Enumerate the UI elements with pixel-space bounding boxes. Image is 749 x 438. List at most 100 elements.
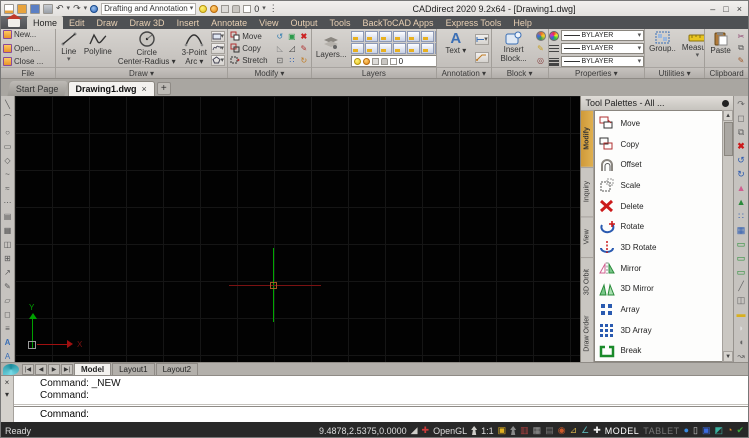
open-button[interactable]: Open... — [3, 44, 53, 53]
linetype-dropdown[interactable]: BYLAYER▾ — [561, 43, 645, 54]
tab-help[interactable]: Help — [507, 16, 538, 29]
color-dropdown[interactable]: BYLAYER▾ — [561, 30, 645, 41]
tab-layout2[interactable]: Layout2 — [156, 363, 198, 375]
minimize-button[interactable]: – — [710, 4, 715, 14]
quick-open-icon[interactable] — [17, 4, 27, 14]
tool-icon[interactable]: ↺ — [737, 154, 745, 167]
workspace-gear-icon[interactable] — [90, 5, 98, 13]
annotation-panel-label[interactable]: Annotation ▾ — [437, 67, 491, 78]
scale-tool-icon[interactable]: ⊡ — [275, 55, 285, 65]
tool-icon[interactable]: ◫ — [4, 238, 12, 251]
block-attach-icon[interactable]: ◎ — [536, 55, 546, 65]
layer-tool-icon[interactable] — [421, 31, 434, 42]
workspace-switcher[interactable]: Drafting and Annotation ▾ — [101, 3, 196, 15]
tab-draw[interactable]: Draw — [91, 16, 124, 29]
block-globe-icon[interactable] — [536, 31, 546, 41]
tool-icon[interactable]: ▱ — [4, 294, 10, 307]
tool-icon[interactable]: ✎ — [4, 280, 11, 293]
toolbar-overflow-icon[interactable]: ⋮ — [269, 4, 278, 13]
linetype-icon[interactable] — [549, 44, 559, 54]
offset-tool-icon[interactable]: ↻ — [299, 55, 309, 65]
tab-layout1[interactable]: Layout1 — [112, 363, 154, 375]
properties-panel-label[interactable]: Properties ▾ — [549, 67, 645, 78]
layer-tool-icon[interactable] — [421, 43, 434, 54]
crosshair-plus-icon[interactable]: ✚ — [593, 426, 601, 435]
block-edit-icon[interactable]: ✎ — [536, 43, 546, 53]
clean-screen-icon[interactable]: ◩ — [715, 426, 724, 435]
lwt-icon[interactable]: ▤ — [545, 426, 554, 435]
bars-icon[interactable]: ▯ — [693, 426, 698, 435]
tab-edit[interactable]: Edit — [63, 16, 91, 29]
tool-icon[interactable]: ╲ — [5, 98, 10, 111]
last-layout-button[interactable]: ▶| — [61, 364, 73, 375]
palette-item-break[interactable]: Break — [599, 340, 722, 361]
redo-caret-icon[interactable]: ▾ — [84, 5, 88, 12]
undo-caret-icon[interactable]: ▾ — [67, 5, 71, 12]
palette-tab-3d-orbit[interactable]: 3D Orbit — [581, 257, 593, 306]
tool-icon[interactable]: ✖ — [737, 140, 745, 153]
quick-new-icon[interactable] — [4, 4, 14, 14]
tab-start-page[interactable]: Start Page — [7, 81, 67, 96]
palette-pin-icon[interactable] — [722, 100, 729, 107]
close-file-button[interactable]: Close ... — [3, 57, 53, 66]
layer-tool-icon[interactable] — [379, 43, 392, 54]
rotate-tool-icon[interactable]: ↺ — [275, 31, 285, 41]
palette-tab-modify[interactable]: Modify — [581, 110, 593, 167]
scroll-thumb[interactable] — [724, 122, 733, 156]
circle-icon[interactable]: ◉ — [558, 426, 566, 435]
palette-item-offset[interactable]: Offset — [599, 154, 722, 175]
maximize-button[interactable]: □ — [723, 4, 728, 14]
polar-icon[interactable]: ▦ — [533, 426, 542, 435]
pie-icon[interactable]: ◔ — [727, 426, 732, 435]
clipboard-panel-label[interactable]: Clipboard — [705, 67, 748, 78]
tool-icon[interactable]: ▲ — [737, 182, 746, 195]
palette-item-3d-rotate[interactable]: 3D Rotate — [599, 237, 722, 258]
tool-icon[interactable]: ⋯ — [3, 196, 11, 209]
layer-tool-icon[interactable] — [407, 43, 420, 54]
tool-icon[interactable]: ↻ — [737, 168, 745, 181]
tool-icon[interactable]: ▭ — [4, 140, 12, 153]
draw-panel-label[interactable]: Draw ▾ — [56, 67, 227, 78]
tool-palettes-header[interactable]: Tool Palettes - All ... — [581, 96, 733, 110]
tool-icon[interactable]: ↝ — [737, 350, 745, 362]
tool-icon[interactable]: ◻ — [4, 308, 11, 321]
tool-icon[interactable]: ≈ — [5, 182, 9, 195]
quick-plot-icon[interactable] — [43, 4, 53, 14]
layers-panel-label[interactable]: Layers — [312, 67, 436, 78]
tool-icon[interactable]: ▦ — [4, 224, 12, 237]
tool-icon[interactable]: ▭ — [737, 238, 746, 251]
tab-tools[interactable]: Tools — [324, 16, 357, 29]
chamfer-tool-icon[interactable]: ◺ — [275, 43, 285, 53]
tool-icon[interactable]: ↗ — [4, 266, 11, 279]
layer-tool-icon[interactable] — [351, 43, 364, 54]
command-input[interactable]: Command: — [14, 406, 748, 422]
circle-button[interactable]: CircleCenter-Radius ▾ — [116, 30, 178, 66]
copy-clip-icon[interactable]: ⧉ — [736, 43, 746, 53]
layer-dropdown[interactable]: 0 ▾ — [351, 55, 436, 67]
app-menu-button[interactable] — [1, 16, 27, 29]
snap-icon[interactable]: ◢ — [411, 426, 418, 435]
command-expand-icon[interactable]: ▾ — [5, 390, 9, 399]
arc-button[interactable]: 3-PointArc ▾ — [180, 30, 209, 66]
model-space-toggle[interactable]: MODEL — [605, 426, 640, 436]
tab-home[interactable]: Home — [27, 16, 63, 29]
tab-close-icon[interactable]: × — [142, 84, 147, 94]
next-layout-button[interactable]: ▶ — [48, 364, 60, 375]
palette-item-3d-array[interactable]: 3D Array — [599, 320, 722, 341]
person-icon[interactable] — [471, 426, 477, 435]
layer-delete-icon[interactable]: ✖ — [435, 43, 436, 54]
modify-panel-label[interactable]: Modify ▾ — [228, 67, 311, 78]
block-panel-label[interactable]: Block ▾ — [492, 67, 548, 78]
quick-layer-caret-icon[interactable]: ▾ — [262, 5, 266, 12]
measure-button[interactable]: Measure▾ — [680, 30, 704, 66]
match-props-icon[interactable]: ✎ — [736, 55, 746, 65]
leader-button[interactable] — [475, 52, 489, 63]
utilities-panel-label[interactable]: Utilities ▾ — [645, 67, 704, 78]
tool-icon[interactable]: ▭ — [737, 266, 746, 279]
scroll-up-icon[interactable]: ▲ — [723, 110, 733, 121]
lineweight-dropdown[interactable]: BYLAYER▾ — [561, 56, 645, 67]
opengl-label[interactable]: OpenGL — [433, 426, 467, 436]
array-tool-icon[interactable]: ∷ — [287, 55, 297, 65]
palette-item-move[interactable]: Move — [599, 113, 722, 134]
layer-sheet-icon[interactable] — [221, 5, 229, 13]
